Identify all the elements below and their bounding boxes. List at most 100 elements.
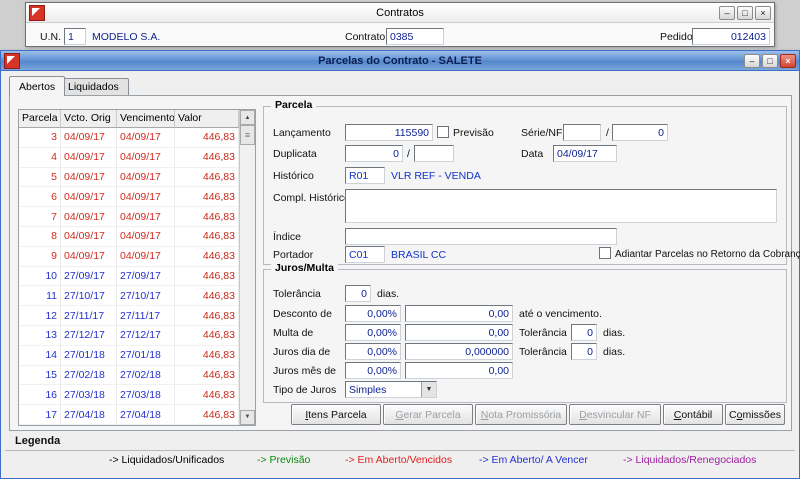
- parcelas-titlebar: Parcelas do Contrato - SALETE – □ ×: [1, 51, 799, 71]
- table-row[interactable]: 1627/03/1827/03/18446,83: [19, 385, 239, 405]
- table-row[interactable]: 1527/02/1827/02/18446,83: [19, 366, 239, 386]
- table-row[interactable]: 1027/09/1727/09/17446,83: [19, 267, 239, 287]
- maximize-icon[interactable]: □: [762, 54, 778, 68]
- desvincular-nf-button: Desvincular NF: [569, 404, 661, 425]
- pedido-input[interactable]: [692, 28, 770, 45]
- cell-vcto-orig: 27/01/18: [61, 346, 117, 366]
- cell-parcela: 9: [19, 247, 61, 267]
- column-header[interactable]: Vcto. Orig: [61, 110, 117, 128]
- tolerancia-input[interactable]: [345, 285, 371, 302]
- multa-label: Multa de: [273, 327, 313, 339]
- minimize-icon[interactable]: –: [719, 6, 735, 20]
- juros-dia-tolerancia-input[interactable]: [571, 343, 597, 360]
- legend-item: -> Em Aberto/Vencidos: [345, 454, 452, 466]
- data-input[interactable]: [553, 145, 617, 162]
- cell-parcela: 12: [19, 306, 61, 326]
- juros-mes-valor-input[interactable]: [405, 362, 513, 379]
- cell-valor: 446,83: [175, 207, 239, 227]
- cell-parcela: 6: [19, 187, 61, 207]
- desconto-pct-input[interactable]: [345, 305, 401, 322]
- cell-vencimento: 04/09/17: [117, 247, 175, 267]
- tab-abertos[interactable]: Abertos: [9, 76, 65, 96]
- table-row[interactable]: 1127/10/1727/10/17446,83: [19, 286, 239, 306]
- dias-label: dias.: [603, 327, 625, 339]
- un-input[interactable]: [64, 28, 86, 45]
- cell-vcto-orig: 04/09/17: [61, 207, 117, 227]
- cell-vencimento: 27/11/17: [117, 306, 175, 326]
- juros-dia-valor-input[interactable]: [405, 343, 513, 360]
- table-row[interactable]: 804/09/1704/09/17446,83: [19, 227, 239, 247]
- close-icon[interactable]: ×: [780, 54, 796, 68]
- cell-vencimento: 04/09/17: [117, 207, 175, 227]
- table-row[interactable]: 1727/04/1827/04/18446,83: [19, 405, 239, 425]
- table-row[interactable]: 1327/12/1727/12/17446,83: [19, 326, 239, 346]
- multa-valor-input[interactable]: [405, 324, 513, 341]
- cell-vcto-orig: 27/09/17: [61, 267, 117, 287]
- compl-historico-memo[interactable]: [345, 189, 777, 223]
- parcelas-window: Parcelas do Contrato - SALETE – □ × Aber…: [0, 50, 800, 479]
- scroll-track[interactable]: [240, 145, 255, 410]
- tipo-juros-value: Simples: [349, 384, 386, 396]
- un-label: U.N.: [40, 31, 61, 43]
- duplicata-input-2[interactable]: [414, 145, 454, 162]
- legend-divider: [5, 450, 795, 451]
- portador-label: Portador: [273, 249, 313, 261]
- maximize-icon[interactable]: □: [737, 6, 753, 20]
- adiantar-checkbox[interactable]: [599, 247, 611, 259]
- scroll-thumb[interactable]: ≡: [240, 125, 255, 145]
- cell-vcto-orig: 27/11/17: [61, 306, 117, 326]
- tab-liquidados[interactable]: Liquidados: [58, 78, 129, 95]
- cell-valor: 446,83: [175, 366, 239, 386]
- tipo-juros-select[interactable]: Simples ▼: [345, 381, 437, 398]
- parcelas-window-title: Parcelas do Contrato - SALETE: [71, 55, 729, 67]
- gerar-parcela-button: Gerar Parcela: [383, 404, 473, 425]
- juros-group-title: Juros/Multa: [271, 262, 338, 274]
- column-header[interactable]: Vencimento: [117, 110, 175, 128]
- historico-code-input[interactable]: [345, 167, 385, 184]
- table-row[interactable]: 704/09/1704/09/17446,83: [19, 207, 239, 227]
- juros-dia-pct-input[interactable]: [345, 343, 401, 360]
- duplicata-input-1[interactable]: [345, 145, 403, 162]
- compl-historico-label: Compl. Histórico: [273, 192, 350, 204]
- table-row[interactable]: 404/09/1704/09/17446,83: [19, 148, 239, 168]
- cell-parcela: 5: [19, 168, 61, 188]
- lancamento-input[interactable]: [345, 124, 433, 141]
- tolerancia-label: Tolerância: [519, 327, 567, 339]
- serie-nf-input-2[interactable]: [612, 124, 668, 141]
- portador-code-input[interactable]: [345, 246, 385, 263]
- contabil-button[interactable]: Contábil: [663, 404, 723, 425]
- contratos-window: Contratos – □ × U.N. MODELO S.A. Contrat…: [25, 2, 775, 47]
- juros-mes-pct-input[interactable]: [345, 362, 401, 379]
- table-row[interactable]: 304/09/1704/09/17446,83: [19, 128, 239, 148]
- tolerancia-label: Tolerância: [519, 346, 567, 358]
- table-row[interactable]: 504/09/1704/09/17446,83: [19, 168, 239, 188]
- cell-valor: 446,83: [175, 286, 239, 306]
- serie-nf-input-1[interactable]: [563, 124, 601, 141]
- cell-valor: 446,83: [175, 385, 239, 405]
- dias-label: dias.: [377, 288, 399, 300]
- close-icon[interactable]: ×: [755, 6, 771, 20]
- scroll-down-icon[interactable]: ▼: [240, 410, 255, 425]
- table-row[interactable]: 1427/01/1827/01/18446,83: [19, 346, 239, 366]
- itens-parcela-button[interactable]: Itens Parcela: [291, 404, 381, 425]
- comissoes-button[interactable]: Comissões: [725, 404, 785, 425]
- cell-parcela: 14: [19, 346, 61, 366]
- juros-mes-label: Juros mês de: [273, 365, 336, 377]
- cell-vencimento: 27/09/17: [117, 267, 175, 287]
- indice-input[interactable]: [345, 228, 617, 245]
- desconto-valor-input[interactable]: [405, 305, 513, 322]
- cell-valor: 446,83: [175, 227, 239, 247]
- table-row[interactable]: 604/09/1704/09/17446,83: [19, 187, 239, 207]
- grid-scrollbar[interactable]: ▲ ≡ ▼: [239, 110, 255, 425]
- contratos-titlebar: Contratos – □ ×: [26, 3, 774, 23]
- table-row[interactable]: 904/09/1704/09/17446,83: [19, 247, 239, 267]
- table-row[interactable]: 1227/11/1727/11/17446,83: [19, 306, 239, 326]
- contrato-input[interactable]: [386, 28, 444, 45]
- scroll-up-icon[interactable]: ▲: [240, 110, 255, 125]
- column-header[interactable]: Parcela: [19, 110, 61, 128]
- previsao-checkbox[interactable]: [437, 126, 449, 138]
- multa-tolerancia-input[interactable]: [571, 324, 597, 341]
- minimize-icon[interactable]: –: [744, 54, 760, 68]
- multa-pct-input[interactable]: [345, 324, 401, 341]
- column-header[interactable]: Valor: [175, 110, 239, 128]
